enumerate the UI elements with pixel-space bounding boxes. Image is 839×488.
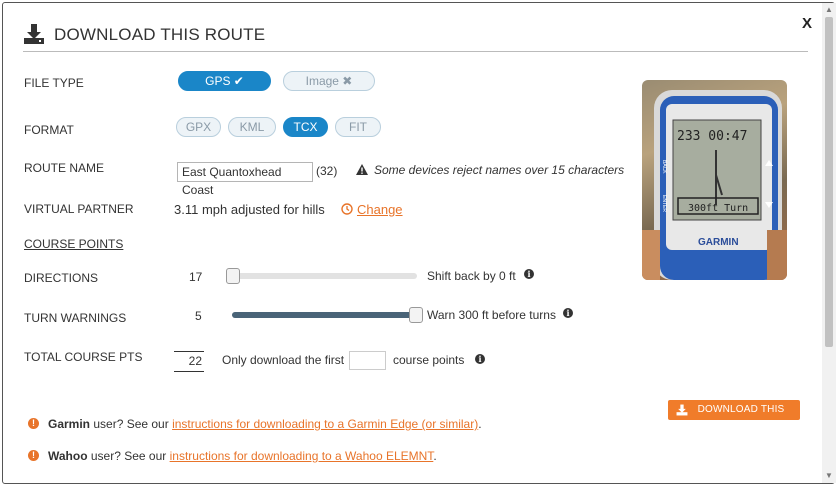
garmin-brand: Garmin [48,417,91,431]
download-route-button[interactable]: DOWNLOAD THIS ROUTE [668,400,800,435]
directions-label: DIRECTIONS [24,271,99,285]
warning-triangle-icon [356,164,368,175]
total-course-pts-label: TOTAL COURSE PTS [24,350,143,364]
directions-slider-track[interactable] [226,273,417,279]
wahoo-brand: Wahoo [48,449,88,463]
close-button[interactable]: X [802,15,812,32]
device-enter-label: ENTER [661,195,667,212]
route-name-label: ROUTE NAME [24,161,105,175]
download-tray-icon [676,404,688,416]
virtual-partner-label: VIRTUAL PARTNER [24,202,134,216]
format-gpx-button[interactable]: GPX [176,117,221,137]
turn-warnings-label: TURN WARNINGS [24,311,127,325]
directions-info-icon[interactable]: i [524,269,534,279]
format-fit-button[interactable]: FIT [335,117,381,137]
download-first-prefix: Only download the first [222,353,345,367]
file-type-label: FILE TYPE [24,76,84,90]
dialog-title: DOWNLOAD THIS ROUTE [54,25,266,44]
scroll-down-icon[interactable]: ▼ [824,471,834,481]
wahoo-instructions-link[interactable]: instructions for downloading to a Wahoo … [170,449,434,463]
garmin-help-end: . [478,417,482,431]
virtual-partner-change-link[interactable]: Change [357,202,403,217]
device-back-label: BACK [661,160,667,174]
virtual-partner-value: 3.11 mph adjusted for hills [174,202,325,217]
course-points-info-icon[interactable]: i [475,354,485,364]
exclamation-circle-icon: ! [28,418,39,429]
route-name-warning: Some devices reject names over 15 charac… [374,163,625,177]
directions-slider-handle[interactable] [226,268,240,284]
garmin-device-illustration: 233 00:47 300ft Turn GARMIN BACK ENTER [642,90,787,280]
directions-value: 17 [189,270,203,284]
device-brand-text: GARMIN [698,237,739,248]
device-screen-top-text: 233 00:47 [677,129,747,144]
scrollbar-thumb[interactable] [825,17,833,347]
directions-note: Shift back by 0 ft [427,269,516,283]
download-tray-icon [24,24,44,44]
scroll-up-icon[interactable]: ▲ [824,5,834,15]
wahoo-help-end: . [433,449,437,463]
wahoo-help-text: user? See our [87,449,170,463]
course-points-heading: COURSE POINTS [24,237,124,251]
turn-warnings-info-icon[interactable]: i [563,308,573,318]
format-tcx-button[interactable]: TCX [283,117,328,137]
download-route-button-label: DOWNLOAD THIS ROUTE [697,404,785,435]
total-course-pts-value: 22 [174,351,204,372]
clock-icon [341,203,353,215]
download-first-suffix: course points [393,353,465,367]
garmin-device-photo: 233 00:47 300ft Turn GARMIN BACK ENTER [642,80,787,280]
garmin-instructions-link[interactable]: instructions for downloading to a Garmin… [172,417,478,431]
garmin-help-text: user? See our [90,417,173,431]
route-name-input[interactable]: East Quantoxhead Coast [177,162,313,197]
turn-warnings-value: 5 [195,309,202,323]
turn-warnings-slider-fill [232,312,416,318]
file-type-image-button[interactable]: Image ✖ [283,71,375,91]
exclamation-circle-icon: ! [28,450,39,461]
download-dialog: DOWNLOAD THIS ROUTE X FILE TYPE GPS ✔ Im… [2,2,835,484]
scrollbar[interactable]: ▲ ▼ [822,3,836,483]
turn-warnings-slider-handle[interactable] [409,307,423,323]
format-label: FORMAT [24,123,74,137]
download-first-input[interactable] [349,351,386,370]
route-name-char-count: (32) [316,164,338,178]
file-type-gps-button[interactable]: GPS ✔ [178,71,271,91]
turn-warnings-note: Warn 300 ft before turns [427,308,556,322]
format-kml-button[interactable]: KML [228,117,276,137]
dialog-header: DOWNLOAD THIS ROUTE X [23,15,812,52]
device-screen-bottom-text: 300ft Turn [688,203,748,214]
